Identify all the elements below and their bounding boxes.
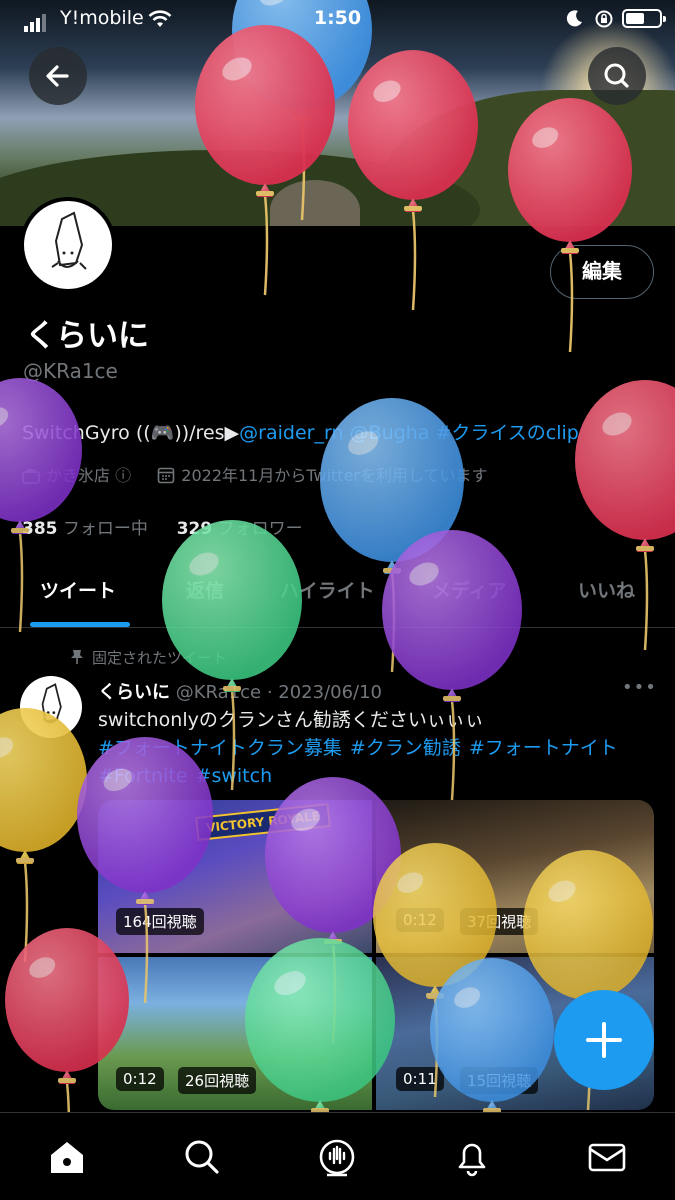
video-thumbnail-1[interactable]: VICTORY ROYALE 164回視聴 xyxy=(98,800,372,953)
status-bar: Y!mobile 1:50 xyxy=(0,0,675,40)
pin-icon xyxy=(71,650,83,664)
home-icon xyxy=(51,1142,83,1173)
nav-spaces[interactable] xyxy=(315,1135,359,1179)
view-count: 164回視聴 xyxy=(116,908,204,935)
search-icon xyxy=(185,1140,219,1174)
tab-likes[interactable]: いいね xyxy=(578,576,635,603)
bio-text: SwitchGyro ((🎮))/res▶ xyxy=(22,422,240,444)
hashtag[interactable]: #フォートナイト xyxy=(469,737,618,759)
profile-meta: かき氷店 ⓘ 2022年11月からTwitterを利用しています xyxy=(22,462,488,486)
tweet-header: くらいに @KRa1ce · 2023/06/10 xyxy=(98,678,382,704)
tab-highlights[interactable]: ハイライト xyxy=(280,576,375,603)
profile-location[interactable]: かき氷店 ⓘ xyxy=(46,466,131,485)
profile-bio: SwitchGyro ((🎮))/res▶@raider_rn @Bugha #… xyxy=(22,418,579,445)
calendar-icon xyxy=(157,467,175,484)
edit-profile-button[interactable]: 編集 xyxy=(550,245,654,299)
video-thumbnail-2[interactable]: 0:12 37回視聴 xyxy=(376,800,654,953)
video-duration: 0:12 xyxy=(396,908,444,932)
video-duration: 0:11 xyxy=(396,1067,444,1091)
victory-royale-banner: VICTORY ROYALE xyxy=(195,803,331,841)
video-duration: 0:12 xyxy=(116,1067,164,1091)
tab-tweets[interactable]: ツイート xyxy=(40,576,116,603)
spaces-icon xyxy=(319,1139,355,1177)
tweet-more-icon[interactable]: ••• xyxy=(622,677,657,698)
battery-icon xyxy=(622,9,666,28)
followers-count: 329 xyxy=(176,519,213,539)
avatar-drawing xyxy=(51,211,87,270)
hashtag[interactable]: #クラン勧誘 xyxy=(350,737,461,759)
compose-tweet-button[interactable] xyxy=(554,990,654,1090)
tab-indicator xyxy=(30,622,130,627)
moon-icon xyxy=(566,10,582,27)
display-name: くらいに xyxy=(25,318,149,354)
bottom-navigation xyxy=(0,1112,675,1200)
pinned-text: 固定されたツイート xyxy=(92,649,228,667)
nav-search[interactable] xyxy=(180,1135,224,1179)
view-count: 37回視聴 xyxy=(460,908,539,935)
nav-messages[interactable] xyxy=(585,1135,629,1179)
view-count: 15回視聴 xyxy=(460,1067,539,1094)
tweet-body: switchonlyのクランさん勧誘くださいぃぃぃ xyxy=(98,709,484,731)
tab-media[interactable]: メディア xyxy=(432,576,507,603)
following-label: フォロー中 xyxy=(62,519,148,539)
pinned-tweet-label: 固定されたツイート xyxy=(70,647,227,668)
followers-label: フォロワー xyxy=(217,519,303,539)
tweet-handle-date: @KRa1ce · 2023/06/10 xyxy=(175,682,383,703)
bio-mention-bugha[interactable]: @Bugha xyxy=(350,422,430,444)
bell-icon xyxy=(458,1143,486,1177)
following-link[interactable]: 385 フォロー中 xyxy=(22,519,148,539)
avatar-drawing xyxy=(41,683,62,724)
hashtag[interactable]: #switch xyxy=(196,765,273,787)
balloon xyxy=(0,708,87,963)
search-icon xyxy=(604,63,629,88)
profile-tabs: ツイート 返信 ハイライト メディア いいね xyxy=(0,558,675,628)
mail-icon xyxy=(588,1143,626,1172)
profile-avatar[interactable] xyxy=(20,197,116,293)
tweet-text: switchonlyのクランさん勧誘くださいぃぃぃ #フォートナイトクラン募集 #… xyxy=(98,706,668,790)
follow-stats: 385 フォロー中 329 フォロワー xyxy=(22,514,303,539)
tweet-author-name[interactable]: くらいに xyxy=(98,682,170,703)
hashtag[interactable]: #フォートナイトクラン募集 xyxy=(98,737,342,759)
tweet-avatar[interactable] xyxy=(20,676,82,738)
plus-icon xyxy=(586,1022,622,1058)
join-date: 2022年11月からTwitterを利用しています xyxy=(181,466,488,485)
search-button[interactable] xyxy=(588,47,646,105)
followers-link[interactable]: 329 フォロワー xyxy=(177,519,303,539)
tab-replies[interactable]: 返信 xyxy=(186,576,224,603)
back-button[interactable] xyxy=(29,47,87,105)
bio-mention-raider[interactable]: @raider_rn xyxy=(239,422,343,444)
following-count: 385 xyxy=(22,519,58,539)
tweet-hashtags: #フォートナイトクラン募集 #クラン勧誘 #フォートナイト #Fortnite #sw… xyxy=(98,734,668,790)
back-arrow-icon xyxy=(46,65,69,87)
video-thumbnail-3[interactable]: 0:12 26回視聴 xyxy=(98,957,372,1110)
user-handle: @KRa1ce xyxy=(23,359,118,383)
bio-hashtag-clip[interactable]: #クライスのclip xyxy=(435,422,578,444)
hashtag[interactable]: #Fortnite xyxy=(98,765,188,787)
rotation-lock-icon xyxy=(595,10,613,28)
view-count: 26回視聴 xyxy=(178,1067,257,1094)
nav-notifications[interactable] xyxy=(450,1135,494,1179)
nav-home[interactable] xyxy=(45,1135,89,1179)
briefcase-icon xyxy=(22,469,40,484)
